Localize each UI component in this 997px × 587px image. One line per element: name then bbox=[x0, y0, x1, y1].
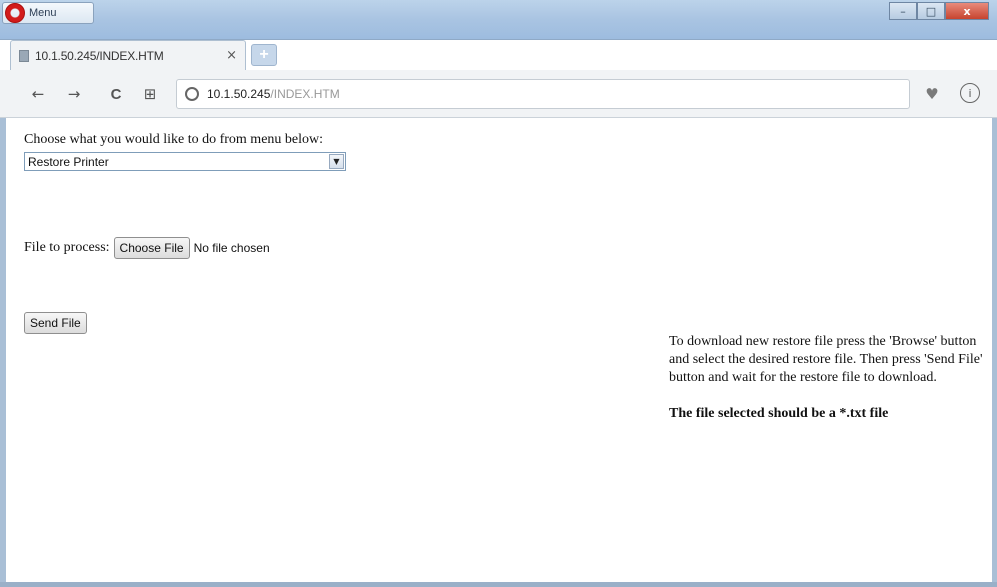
action-select-value: Restore Printer bbox=[28, 154, 109, 169]
no-file-text: No file chosen bbox=[193, 241, 270, 255]
minimize-button[interactable]: – bbox=[889, 2, 917, 20]
url-host: 10.1.50.245 bbox=[207, 87, 271, 101]
url-text: 10.1.50.245/INDEX.HTM bbox=[207, 87, 340, 101]
window-controls: – □ x bbox=[889, 2, 989, 20]
tab-close-icon[interactable]: × bbox=[226, 48, 237, 63]
url-path: /INDEX.HTM bbox=[270, 87, 340, 101]
window-titlebar: Menu – □ x bbox=[0, 0, 997, 40]
dropdown-arrow-icon[interactable]: ▼ bbox=[329, 154, 344, 169]
maximize-button[interactable]: □ bbox=[917, 2, 945, 20]
help-panel: To download new restore file press the '… bbox=[669, 333, 989, 423]
back-arrow-icon[interactable]: ← bbox=[28, 84, 48, 104]
menu-prompt: Choose what you would like to do from me… bbox=[24, 132, 324, 147]
choose-file-button[interactable]: Choose File bbox=[113, 237, 190, 259]
opera-logo-icon bbox=[5, 3, 25, 23]
forward-arrow-icon[interactable]: → bbox=[64, 84, 84, 104]
navigation-toolbar: ← → C ⊞ 10.1.50.245/INDEX.HTM ♥ i bbox=[0, 70, 997, 118]
send-file-button[interactable]: Send File bbox=[24, 312, 87, 334]
window-bottom-border bbox=[0, 582, 997, 587]
address-bar[interactable]: 10.1.50.245/INDEX.HTM bbox=[176, 79, 910, 109]
tab-grid-icon[interactable]: ⊞ bbox=[140, 84, 160, 104]
site-info-icon[interactable] bbox=[185, 87, 199, 101]
browser-tab[interactable]: 10.1.50.245/INDEX.HTM × bbox=[10, 40, 246, 70]
download-icon[interactable]: i bbox=[960, 83, 980, 103]
bookmark-heart-icon[interactable]: ♥ bbox=[922, 84, 942, 104]
help-warning: The file selected should be a *.txt file bbox=[669, 406, 889, 421]
menu-label: Menu bbox=[29, 7, 57, 19]
tab-title: 10.1.50.245/INDEX.HTM bbox=[35, 48, 164, 63]
action-select[interactable]: Restore Printer ▼ bbox=[24, 152, 346, 171]
file-label: File to process: bbox=[24, 240, 110, 255]
page-favicon-icon bbox=[19, 49, 29, 62]
close-window-button[interactable]: x bbox=[945, 2, 989, 20]
reload-icon[interactable]: C bbox=[106, 84, 126, 104]
help-text: To download new restore file press the '… bbox=[669, 334, 983, 385]
file-row: File to process: Choose File No file cho… bbox=[24, 237, 270, 259]
opera-menu-button[interactable]: Menu bbox=[2, 2, 94, 24]
new-tab-button[interactable]: + bbox=[251, 44, 277, 66]
page-content: Choose what you would like to do from me… bbox=[0, 119, 997, 587]
